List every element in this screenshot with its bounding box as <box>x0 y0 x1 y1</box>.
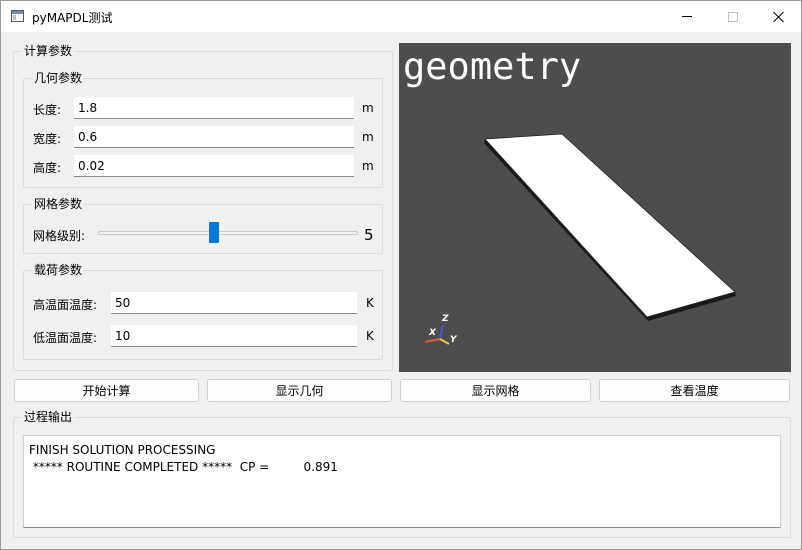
height-label: 高度: <box>33 161 62 175</box>
mesh-level-slider[interactable] <box>98 231 358 235</box>
width-input[interactable] <box>74 126 354 148</box>
length-input[interactable] <box>74 97 354 119</box>
geometry-render: Z X Y <box>424 133 736 345</box>
main-window: pyMAPDL测试 计算参数 几何参数 长度: m 宽度: m 高度: m 网格… <box>0 0 802 550</box>
y-axis-line <box>439 338 450 345</box>
load-params-title: 载荷参数 <box>32 263 85 277</box>
low-temp-input[interactable] <box>111 325 357 347</box>
length-label: 长度: <box>33 103 62 117</box>
width-unit: m <box>362 130 374 144</box>
close-icon <box>773 11 785 23</box>
maximize-icon <box>728 11 738 22</box>
title-bar: pyMAPDL测试 <box>1 1 801 32</box>
z-axis-label: Z <box>441 314 449 324</box>
z-axis-line <box>439 324 444 340</box>
mesh-level-slider-handle[interactable] <box>209 222 219 243</box>
show-mesh-button[interactable]: 显示网格 <box>400 379 591 402</box>
process-output-title: 过程输出 <box>22 410 75 424</box>
app-window-icon <box>11 10 24 22</box>
x-axis-line <box>424 338 441 343</box>
height-unit: m <box>362 159 374 173</box>
calc-params-title: 计算参数 <box>22 44 75 58</box>
geometry-viewport[interactable]: geometry Z X Y <box>399 43 791 372</box>
high-temp-label: 高温面温度: <box>33 298 98 312</box>
high-temp-unit: K <box>366 296 374 310</box>
process-output-textarea[interactable]: FINISH SOLUTION PROCESSING ***** ROUTINE… <box>23 435 781 528</box>
mesh-level-value: 5 <box>364 226 374 244</box>
mesh-params-title: 网格参数 <box>32 197 85 211</box>
view-temperature-button[interactable]: 查看温度 <box>599 379 790 402</box>
plate-top-face <box>484 133 736 318</box>
maximize-button[interactable] <box>710 1 756 32</box>
height-input[interactable] <box>74 155 354 177</box>
low-temp-label: 低温面温度: <box>33 331 98 345</box>
axes-triad: Z X Y <box>424 314 458 345</box>
minimize-button[interactable] <box>664 1 710 32</box>
minimize-icon <box>682 16 692 17</box>
length-unit: m <box>362 101 374 115</box>
output-line: FINISH SOLUTION PROCESSING <box>29 443 216 457</box>
width-label: 宽度: <box>33 132 62 146</box>
output-line: ***** ROUTINE COMPLETED ***** CP = 0.891 <box>29 460 338 474</box>
x-axis-label: X <box>428 328 437 338</box>
high-temp-input[interactable] <box>111 292 357 314</box>
close-button[interactable] <box>756 1 801 32</box>
geometry-params-title: 几何参数 <box>32 71 85 85</box>
show-geometry-button[interactable]: 显示几何 <box>207 379 392 402</box>
y-axis-label: Y <box>450 335 458 345</box>
window-title: pyMAPDL测试 <box>32 11 113 25</box>
mesh-level-label: 网格级别: <box>33 229 86 243</box>
start-calculation-button[interactable]: 开始计算 <box>14 379 199 402</box>
low-temp-unit: K <box>366 329 374 343</box>
